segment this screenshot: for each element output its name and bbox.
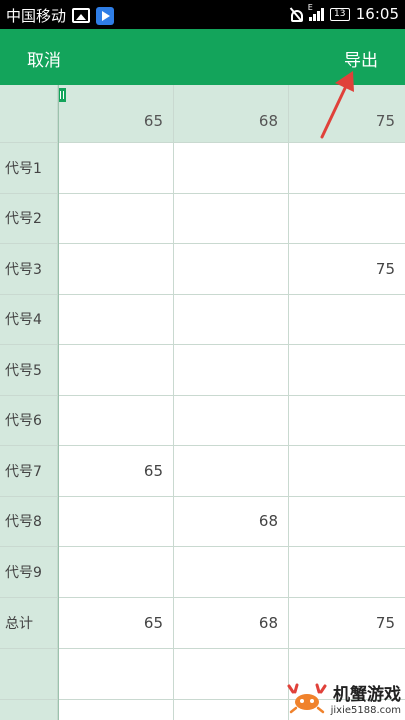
table-cell[interactable] bbox=[58, 496, 173, 546]
row-header[interactable]: 代号2 bbox=[0, 193, 58, 243]
image-notification-icon bbox=[72, 8, 91, 23]
row-header[interactable] bbox=[0, 699, 58, 720]
table-cell[interactable] bbox=[173, 395, 288, 445]
grid-line bbox=[0, 496, 405, 497]
total-cell[interactable]: 75 bbox=[288, 597, 405, 648]
carrier-name: 中国移动 bbox=[6, 7, 67, 25]
grid-line bbox=[0, 648, 405, 649]
table-cell[interactable] bbox=[173, 193, 288, 243]
grid-line bbox=[0, 395, 405, 396]
row-header[interactable]: 代号5 bbox=[0, 344, 58, 395]
grid-line bbox=[173, 85, 174, 720]
table-cell[interactable] bbox=[173, 142, 288, 193]
table-cell[interactable] bbox=[288, 142, 405, 193]
network-type: E bbox=[307, 3, 313, 12]
row-header[interactable]: 代号8 bbox=[0, 496, 58, 546]
mute-icon bbox=[289, 7, 303, 22]
table-cell[interactable] bbox=[288, 344, 405, 395]
crab-logo-icon bbox=[287, 683, 327, 714]
video-app-notification-icon bbox=[96, 6, 115, 25]
table-cell[interactable] bbox=[288, 193, 405, 243]
grid-line bbox=[58, 85, 59, 720]
table-cell[interactable]: 75 bbox=[288, 243, 405, 294]
cancel-button[interactable]: 取消 bbox=[27, 46, 61, 71]
table-cell[interactable]: 65 bbox=[58, 445, 173, 496]
grid-line bbox=[0, 344, 405, 345]
table-cell[interactable] bbox=[173, 546, 288, 597]
table-cell[interactable] bbox=[288, 395, 405, 445]
grid-line bbox=[0, 294, 405, 295]
grid-line bbox=[0, 142, 405, 143]
column-header[interactable]: 65 bbox=[58, 85, 173, 142]
row-header[interactable]: 代号4 bbox=[0, 294, 58, 344]
table-cell[interactable] bbox=[58, 344, 173, 395]
watermark: 机蟹游戏 jixie5188.com bbox=[287, 680, 401, 716]
total-cell[interactable]: 68 bbox=[173, 597, 288, 648]
table-cell[interactable] bbox=[288, 445, 405, 496]
table-cell[interactable] bbox=[173, 445, 288, 496]
table-cell[interactable] bbox=[288, 496, 405, 546]
row-header[interactable]: 代号6 bbox=[0, 395, 58, 445]
watermark-url: jixie5188.com bbox=[330, 705, 401, 716]
table-cell[interactable] bbox=[173, 243, 288, 294]
table-cell[interactable] bbox=[58, 395, 173, 445]
grid-line bbox=[0, 597, 405, 598]
table-cell[interactable] bbox=[58, 193, 173, 243]
spreadsheet-grid[interactable]: 65 68 75 代号1 代号2 代号3 75 代号4 代号5 代号6 代号7 … bbox=[0, 85, 405, 720]
watermark-brand: 机蟹游戏 bbox=[333, 685, 401, 705]
table-cell[interactable] bbox=[58, 142, 173, 193]
battery-icon: 13 bbox=[329, 7, 350, 21]
table-cell[interactable] bbox=[288, 294, 405, 344]
signal-icon: E bbox=[308, 3, 324, 21]
row-header[interactable]: 代号3 bbox=[0, 243, 58, 294]
row-header[interactable]: 代号1 bbox=[0, 142, 58, 193]
corner-cell bbox=[0, 85, 58, 142]
app-bar: 取消 导出 bbox=[0, 29, 405, 85]
table-cell[interactable]: 68 bbox=[173, 496, 288, 546]
grid-line bbox=[0, 193, 405, 194]
column-header[interactable]: 68 bbox=[173, 85, 288, 142]
table-cell[interactable] bbox=[173, 344, 288, 395]
table-cell[interactable] bbox=[58, 546, 173, 597]
grid-line bbox=[0, 546, 405, 547]
grid-line bbox=[0, 243, 405, 244]
column-header[interactable]: 75 bbox=[288, 85, 405, 142]
table-cell[interactable] bbox=[58, 294, 173, 344]
table-cell[interactable] bbox=[288, 546, 405, 597]
grid-line bbox=[0, 445, 405, 446]
row-header[interactable]: 代号9 bbox=[0, 546, 58, 597]
total-cell[interactable]: 65 bbox=[58, 597, 173, 648]
table-cell[interactable] bbox=[173, 294, 288, 344]
table-cell[interactable] bbox=[58, 243, 173, 294]
grid-line bbox=[288, 85, 289, 720]
row-header[interactable]: 代号7 bbox=[0, 445, 58, 496]
clock: 16:05 bbox=[355, 5, 399, 23]
total-row-header[interactable]: 总计 bbox=[0, 597, 58, 648]
status-bar: 中国移动 E 13 16:05 bbox=[0, 0, 405, 29]
export-button[interactable]: 导出 bbox=[344, 46, 378, 71]
row-header[interactable] bbox=[0, 648, 58, 699]
